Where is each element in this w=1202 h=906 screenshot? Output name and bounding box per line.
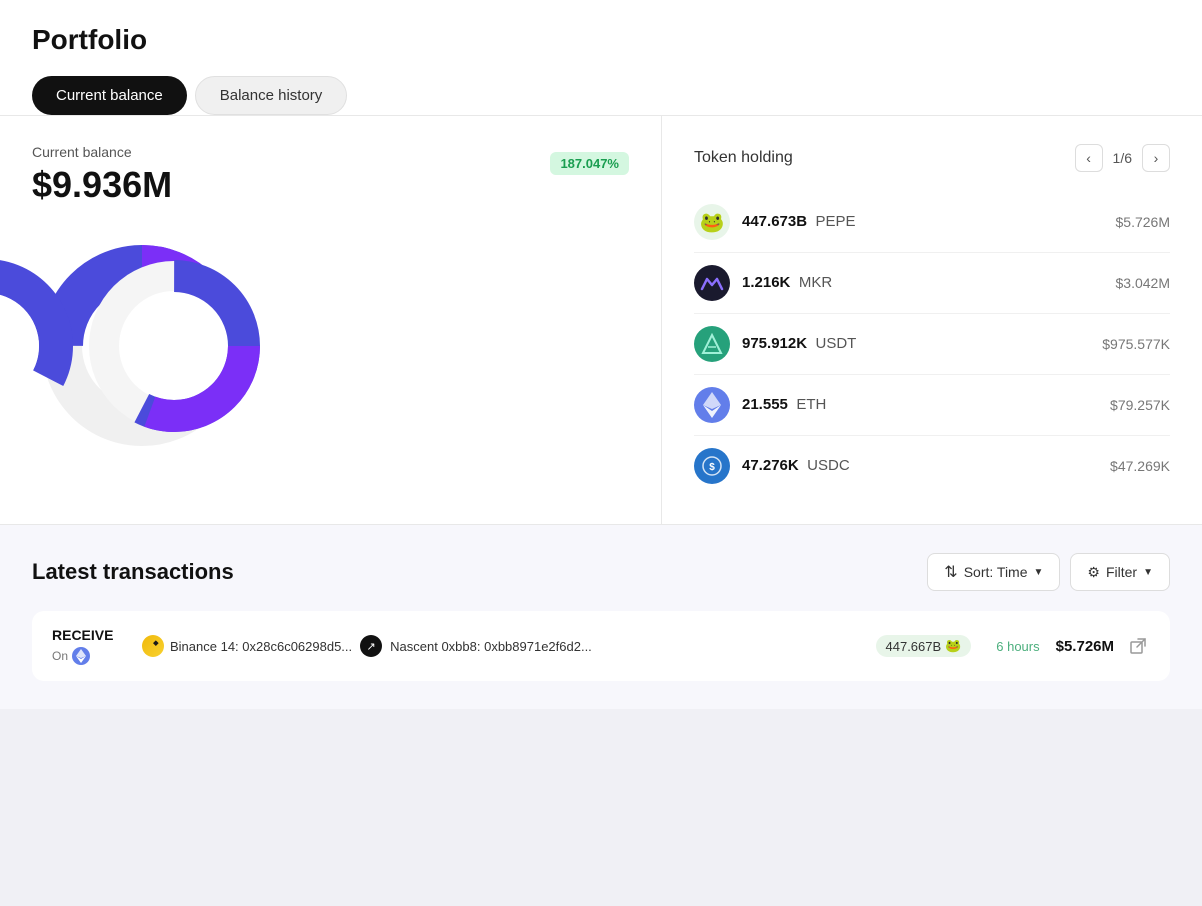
tab-bar: Current balance Balance history xyxy=(32,76,1170,115)
left-panel: Current balance $9.936M 187.047% xyxy=(0,116,662,524)
token-value-pepe: $5.726M xyxy=(1116,214,1170,230)
eth-chain-icon xyxy=(72,647,90,665)
tx-amount-badge: 447.667B 🐸 xyxy=(876,635,972,657)
token-icon-usdt xyxy=(694,326,730,362)
binance-icon xyxy=(142,635,164,657)
next-page-button[interactable]: › xyxy=(1142,144,1170,172)
token-holding-title: Token holding xyxy=(694,149,793,167)
tx-controls: ⇅ Sort: Time ▼ ⚙ Filter ▼ xyxy=(927,553,1170,591)
tx-chain-on: On xyxy=(52,649,68,663)
transactions-section: Latest transactions ⇅ Sort: Time ▼ ⚙ Fil… xyxy=(0,525,1202,709)
token-amount-num-mkr: 1.216K xyxy=(742,274,790,291)
token-row-pepe: 🐸 447.673B PEPE $5.726M xyxy=(694,192,1170,253)
tx-amount-value: 447.667B xyxy=(886,639,942,654)
tx-from-address: Binance 14: 0x28c6c06298d5... xyxy=(142,635,352,657)
right-panel: Token holding ‹ 1/6 › 🐸 447.673B PEPE $5… xyxy=(662,116,1202,524)
tx-section-title: Latest transactions xyxy=(32,559,234,585)
token-row-eth: 21.555 ETH $79.257K xyxy=(694,375,1170,436)
tx-type-label: RECEIVE xyxy=(52,627,142,643)
tx-time: 6 hours xyxy=(996,639,1039,654)
token-amount-num-usdt: 975.912K xyxy=(742,335,807,352)
sort-icon: ⇅ xyxy=(944,562,957,582)
token-value-mkr: $3.042M xyxy=(1116,275,1170,291)
token-row-mkr: 1.216K MKR $3.042M xyxy=(694,253,1170,314)
token-amount-eth: 21.555 ETH xyxy=(742,396,1110,414)
tab-current-balance[interactable]: Current balance xyxy=(32,76,187,115)
tx-to-text: Nascent 0xbb8: 0xbb8971e2f6d2... xyxy=(390,639,592,654)
sort-chevron-icon: ▼ xyxy=(1034,567,1044,578)
token-icon-usdc: $ xyxy=(694,448,730,484)
token-value-usdc: $47.269K xyxy=(1110,458,1170,474)
token-value-usdt: $975.577K xyxy=(1102,336,1170,352)
tx-external-link[interactable] xyxy=(1126,634,1150,658)
token-header: Token holding ‹ 1/6 › xyxy=(694,144,1170,172)
sort-button[interactable]: ⇅ Sort: Time ▼ xyxy=(927,553,1060,591)
token-value-eth: $79.257K xyxy=(1110,397,1170,413)
percentage-badge: 187.047% xyxy=(550,152,629,175)
token-amount-num-eth: 21.555 xyxy=(742,396,788,413)
token-amount-mkr: 1.216K MKR xyxy=(742,274,1116,292)
filter-icon: ⚙ xyxy=(1087,564,1100,581)
balance-label: Current balance xyxy=(32,144,172,160)
page-info: 1/6 xyxy=(1113,150,1132,166)
prev-page-button[interactable]: ‹ xyxy=(1075,144,1103,172)
token-amount-num-usdc: 47.276K xyxy=(742,457,799,474)
transaction-row-0: RECEIVE On xyxy=(32,611,1170,681)
token-icon-eth xyxy=(694,387,730,423)
header-section: Portfolio Current balance Balance histor… xyxy=(0,0,1202,116)
page-wrapper: Portfolio Current balance Balance histor… xyxy=(0,0,1202,709)
tx-from-text: Binance 14: 0x28c6c06298d5... xyxy=(170,639,352,654)
tx-header: Latest transactions ⇅ Sort: Time ▼ ⚙ Fil… xyxy=(32,553,1170,591)
token-symbol-eth: ETH xyxy=(796,396,826,413)
token-symbol-pepe: PEPE xyxy=(816,213,856,230)
pagination: ‹ 1/6 › xyxy=(1075,144,1170,172)
tx-chain: On xyxy=(52,647,142,665)
page-title: Portfolio xyxy=(32,24,1170,56)
tx-from-to: Binance 14: 0x28c6c06298d5... ↗ Nascent … xyxy=(142,635,876,657)
token-row-usdc: $ 47.276K USDC $47.269K xyxy=(694,436,1170,496)
token-amount-num-pepe: 447.673B xyxy=(742,213,807,230)
token-amount-usdt: 975.912K USDT xyxy=(742,335,1102,353)
filter-label: Filter xyxy=(1106,564,1137,580)
filter-chevron-icon: ▼ xyxy=(1143,567,1153,578)
main-content: Current balance $9.936M 187.047% xyxy=(0,116,1202,525)
tx-right-block: 447.667B 🐸 6 hours $5.726M xyxy=(876,634,1151,658)
tx-token-emoji: 🐸 xyxy=(945,638,961,654)
donut-chart-proper xyxy=(64,236,284,456)
token-row-usdt: 975.912K USDT $975.577K xyxy=(694,314,1170,375)
token-icon-pepe: 🐸 xyxy=(694,204,730,240)
token-amount-usdc: 47.276K USDC xyxy=(742,457,1110,475)
svg-text:$: $ xyxy=(709,462,715,473)
token-amount-pepe: 447.673B PEPE xyxy=(742,213,1116,231)
token-symbol-usdc: USDC xyxy=(807,457,850,474)
tx-usd-value: $5.726M xyxy=(1056,638,1114,655)
tx-type-block: RECEIVE On xyxy=(52,627,142,665)
balance-block: Current balance $9.936M xyxy=(32,144,172,206)
tx-arrow-icon: ↗ xyxy=(360,635,382,657)
token-list: 🐸 447.673B PEPE $5.726M 1.216 xyxy=(694,192,1170,496)
token-icon-mkr xyxy=(694,265,730,301)
sort-label: Sort: Time xyxy=(964,564,1028,580)
balance-amount: $9.936M xyxy=(32,164,172,206)
token-symbol-mkr: MKR xyxy=(799,274,832,291)
filter-button[interactable]: ⚙ Filter ▼ xyxy=(1070,553,1170,591)
token-symbol-usdt: USDT xyxy=(816,335,857,352)
chart-area: PEPE MKR USDT ETH xyxy=(32,226,629,456)
tx-to-address: Nascent 0xbb8: 0xbb8971e2f6d2... xyxy=(390,639,592,654)
